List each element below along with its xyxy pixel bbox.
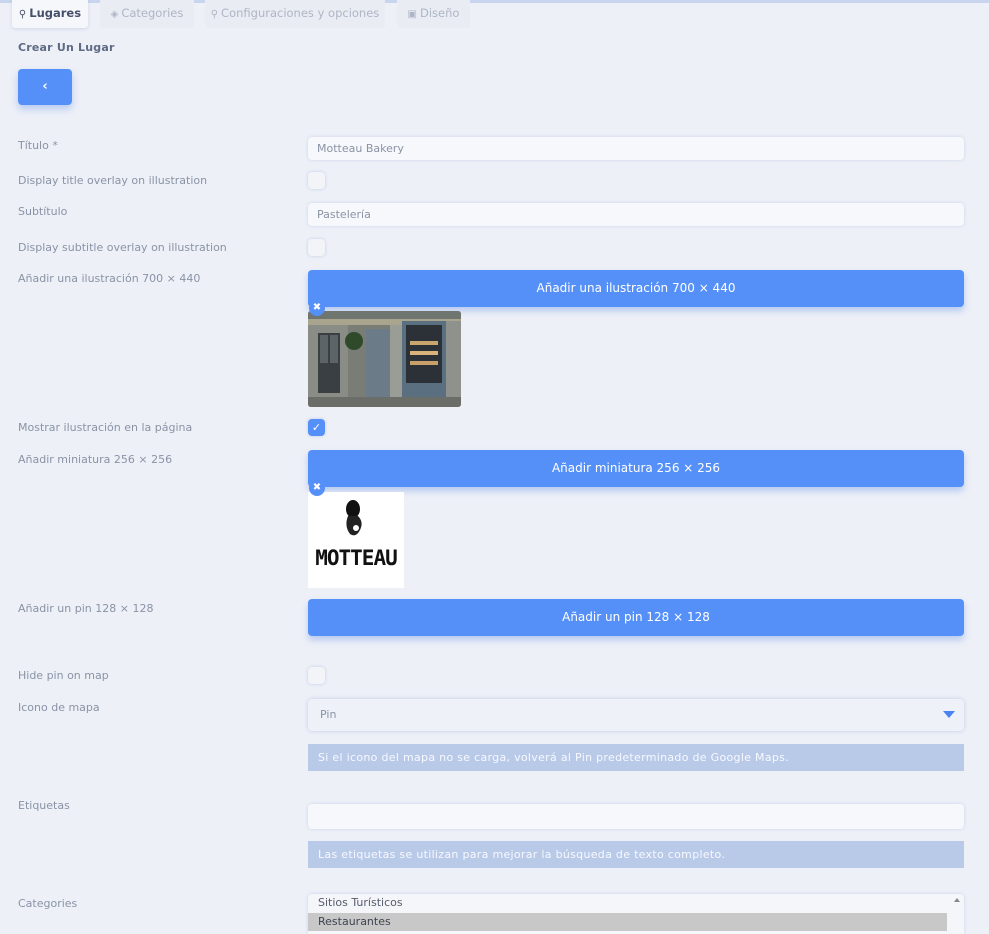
tab-lugares[interactable]: ⚲ Lugares bbox=[12, 0, 88, 28]
title-label: Título * bbox=[18, 139, 58, 152]
tags-help: Las etiquetas se utilizan para mejorar l… bbox=[308, 841, 964, 868]
tags-icon: ◈ bbox=[110, 9, 119, 20]
subtitle-input[interactable]: Pastelería bbox=[308, 203, 964, 226]
illustration-label: Añadir una ilustración 700 × 440 bbox=[18, 272, 201, 285]
add-illustration-button[interactable]: Añadir una ilustración 700 × 440 bbox=[308, 270, 964, 307]
illustration-image bbox=[308, 311, 461, 407]
map-icon-help: Si el icono del mapa no se carga, volver… bbox=[308, 744, 964, 771]
motteau-logo bbox=[346, 500, 362, 536]
show-illustration-checkbox[interactable]: ✓ bbox=[308, 419, 325, 436]
pin-label: Añadir un pin 128 × 128 bbox=[18, 602, 154, 615]
hide-pin-checkbox[interactable] bbox=[308, 667, 325, 684]
thumbnail-label: Añadir miniatura 256 × 256 bbox=[18, 453, 173, 466]
add-thumbnail-button[interactable]: Añadir miniatura 256 × 256 bbox=[308, 450, 964, 487]
remove-thumbnail-button[interactable]: ✖ bbox=[309, 480, 325, 496]
logo-text: MOTTEAU bbox=[315, 546, 398, 570]
tab-diseno[interactable]: ▣ Diseño bbox=[397, 0, 470, 28]
categories-label: Categories bbox=[18, 897, 78, 910]
map-icon-label: Icono de mapa bbox=[18, 701, 100, 714]
show-illustration-label: Mostrar ilustración en la página bbox=[18, 421, 193, 434]
image-icon: ▣ bbox=[407, 9, 417, 20]
tags-input[interactable] bbox=[308, 804, 964, 829]
title-input[interactable]: Motteau Bakery bbox=[308, 137, 964, 160]
title-overlay-label: Display title overlay on illustration bbox=[18, 174, 208, 187]
scroll-up-arrow-icon[interactable] bbox=[954, 898, 960, 902]
title-overlay-checkbox[interactable] bbox=[308, 172, 325, 189]
add-pin-button[interactable]: Añadir un pin 128 × 128 bbox=[308, 599, 964, 636]
tab-configuraciones[interactable]: ⚲ Configuraciones y opciones bbox=[205, 0, 385, 28]
tags-label: Etiquetas bbox=[18, 799, 70, 812]
chevron-down-icon bbox=[943, 711, 955, 718]
page-title: Crear Un Lugar bbox=[18, 41, 115, 54]
subtitle-label: Subtítulo bbox=[18, 205, 68, 218]
categories-listbox[interactable]: Sitios Turísticos Restaurantes bbox=[308, 894, 964, 934]
tab-categories[interactable]: ◈ Categories bbox=[100, 0, 194, 28]
hide-pin-label: Hide pin on map bbox=[18, 669, 109, 682]
back-button[interactable]: ‹ bbox=[18, 69, 72, 105]
storefront-photo bbox=[308, 311, 461, 407]
subtitle-overlay-checkbox[interactable] bbox=[308, 239, 325, 256]
map-marker-icon: ⚲ bbox=[18, 9, 27, 20]
subtitle-overlay-label: Display subtitle overlay on illustration bbox=[18, 241, 227, 254]
category-option-selected[interactable]: Restaurantes bbox=[308, 913, 947, 931]
remove-illustration-button[interactable]: ✖ bbox=[309, 300, 325, 316]
category-option[interactable]: Sitios Turísticos bbox=[308, 894, 947, 912]
map-icon-selected-value: Pin bbox=[320, 708, 337, 721]
thumbnail-image: MOTTEAU bbox=[308, 492, 404, 588]
map-icon-select[interactable]: Pin bbox=[308, 699, 964, 731]
search-icon: ⚲ bbox=[210, 9, 219, 20]
